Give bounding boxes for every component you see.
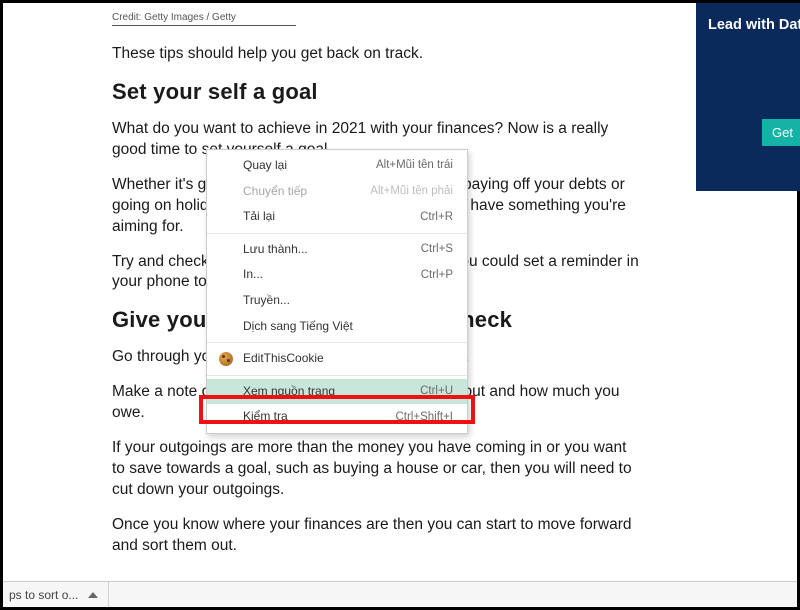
menu-editthiscookie[interactable]: EditThisCookie: [207, 346, 467, 372]
chevron-up-icon[interactable]: [88, 592, 98, 598]
menu-print[interactable]: In... Ctrl+P: [207, 262, 467, 288]
ad-title: Lead with Data: [696, 3, 800, 33]
heading: Set your self a goal: [112, 79, 642, 105]
menu-reload[interactable]: Tải lại Ctrl+R: [207, 204, 467, 230]
menu-back[interactable]: Quay lại Alt+Mũi tên trái: [207, 153, 467, 179]
download-item[interactable]: ps to sort o...: [3, 582, 109, 607]
download-bar: ps to sort o...: [3, 581, 797, 607]
menu-separator: [207, 342, 467, 343]
menu-label: Lưu thành...: [243, 242, 308, 258]
paragraph: If your outgoings are more than the mone…: [112, 438, 642, 501]
menu-forward: Chuyển tiếp Alt+Mũi tên phải: [207, 179, 467, 205]
menu-shortcut: Ctrl+S: [421, 242, 453, 257]
menu-shortcut: Ctrl+R: [420, 210, 453, 225]
menu-inspect[interactable]: Kiểm tra Ctrl+Shift+I: [207, 404, 467, 430]
menu-label: In...: [243, 267, 263, 283]
menu-label: Quay lại: [243, 158, 287, 174]
sidebar-ad[interactable]: Lead with Data Get: [696, 3, 800, 191]
menu-shortcut: Alt+Mũi tên phải: [370, 184, 453, 199]
menu-save-as[interactable]: Lưu thành... Ctrl+S: [207, 237, 467, 263]
menu-label: Tải lại: [243, 209, 275, 225]
ad-cta-button[interactable]: Get: [762, 119, 800, 146]
menu-separator: [207, 375, 467, 376]
menu-label: EditThisCookie: [243, 351, 324, 367]
context-menu[interactable]: Quay lại Alt+Mũi tên trái Chuyển tiếp Al…: [206, 149, 468, 434]
menu-label: Dịch sang Tiếng Việt: [243, 319, 353, 335]
menu-translate[interactable]: Dịch sang Tiếng Việt: [207, 314, 467, 340]
menu-view-source[interactable]: Xem nguồn trang Ctrl+U: [207, 379, 467, 405]
menu-shortcut: Ctrl+P: [421, 268, 453, 283]
menu-cast[interactable]: Truyền...: [207, 288, 467, 314]
cookie-icon: [219, 352, 233, 366]
menu-label: Kiểm tra: [243, 409, 288, 425]
paragraph: Once you know where your finances are th…: [112, 515, 642, 557]
paragraph: These tips should help you get back on t…: [112, 44, 642, 65]
menu-shortcut: Ctrl+Shift+I: [395, 410, 453, 425]
download-filename: ps to sort o...: [9, 588, 78, 602]
menu-label: Xem nguồn trang: [243, 384, 335, 400]
menu-label: Chuyển tiếp: [243, 184, 307, 200]
menu-shortcut: Alt+Mũi tên trái: [376, 158, 453, 173]
menu-label: Truyền...: [243, 293, 290, 309]
menu-shortcut: Ctrl+U: [420, 384, 453, 399]
menu-separator: [207, 233, 467, 234]
image-credit: Credit: Getty Images / Getty: [112, 12, 296, 26]
